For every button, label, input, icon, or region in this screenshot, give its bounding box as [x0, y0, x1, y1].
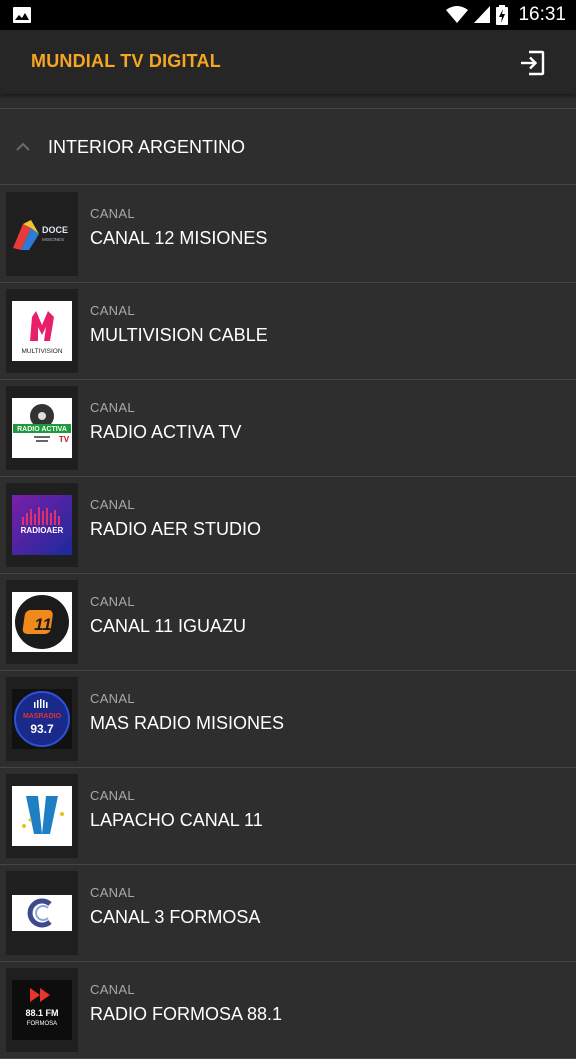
channel-type: CANAL [90, 303, 135, 318]
channel-name: CANAL 3 FORMOSA [90, 907, 261, 927]
logo-text-formosa: FORMOSA [27, 1021, 57, 1027]
channel-name: LAPACHO CANAL 11 [90, 810, 263, 830]
logo-text-doce-sub: MISIONES [42, 237, 64, 242]
channel-list: DOCE MISIONES CANAL CANAL 12 MISIONES MU… [0, 186, 576, 1059]
channel-type: CANAL [90, 788, 135, 803]
channel-type: CANAL [90, 982, 135, 997]
logo-text-radio-activa: RADIO ACTIVA [17, 426, 67, 433]
list-item[interactable]: 11 CANAL CANAL 11 IGUAZU [0, 574, 576, 671]
channel-thumbnail: RADIOAER [6, 483, 78, 567]
channel-type: CANAL [90, 497, 135, 512]
status-bar: 16:31 [0, 0, 576, 30]
channel-type: CANAL [90, 691, 135, 706]
channel-name: RADIO FORMOSA 88.1 [90, 1004, 283, 1024]
radio-formosa-logo: 88.1 FM FORMOSA [12, 980, 72, 1040]
logout-icon[interactable] [518, 49, 546, 77]
battery-charging-icon [496, 5, 509, 25]
list-item[interactable]: CANAL LAPACHO CANAL 11 [0, 768, 576, 865]
lapacho-logo [22, 796, 64, 834]
logo-text-88-1: 88.1 FM [25, 1008, 58, 1018]
mas-radio-logo: MASRADIO 93.7 [12, 689, 72, 749]
list-item[interactable]: RADIO ACTIVA TV CANAL RADIO ACTIVA TV [0, 380, 576, 477]
doce-misiones-logo: DOCE MISIONES [13, 220, 68, 250]
app-bar: MUNDIAL TV DIGITAL [0, 30, 576, 94]
list-item[interactable]: MASRADIO 93.7 CANAL MAS RADIO MISIONES [0, 671, 576, 768]
channel-name: MULTIVISION CABLE [90, 325, 268, 345]
radioaer-logo: RADIOAER [12, 495, 72, 555]
channel-type: CANAL [90, 206, 135, 221]
logo-text-multivision: MULTIVISION [21, 348, 62, 355]
section-header-interior-argentino[interactable]: INTERIOR ARGENTINO [0, 109, 576, 185]
channel-thumbnail [6, 774, 78, 858]
list-item[interactable]: 88.1 FM FORMOSA CANAL RADIO FORMOSA 88.1 [0, 962, 576, 1059]
channel-type: CANAL [90, 885, 135, 900]
channel-name: MAS RADIO MISIONES [90, 713, 285, 733]
radio-activa-logo: RADIO ACTIVA TV [13, 404, 71, 444]
list-item[interactable]: MULTIVISION CANAL MULTIVISION CABLE [0, 283, 576, 380]
channel-thumbnail: 11 [6, 580, 78, 664]
channel-name: RADIO AER STUDIO [90, 519, 262, 539]
channel-type: CANAL [90, 400, 135, 415]
channel-name: CANAL 11 IGUAZU [90, 616, 247, 636]
clock: 16:31 [518, 4, 566, 25]
section-label: INTERIOR ARGENTINO [48, 137, 246, 157]
logo-text-doce: DOCE [42, 225, 68, 235]
list-item[interactable]: DOCE MISIONES CANAL CANAL 12 MISIONES [0, 186, 576, 283]
channel-thumbnail: RADIO ACTIVA TV [6, 386, 78, 470]
channel-name: CANAL 12 MISIONES [90, 228, 268, 248]
canal-3-logo [12, 895, 72, 931]
signal-icon [474, 6, 491, 23]
logo-text-tv: TV [59, 435, 70, 444]
chevron-up-icon [16, 142, 30, 151]
list-item[interactable]: CANAL CANAL 3 FORMOSA [0, 865, 576, 962]
gallery-icon [13, 7, 31, 23]
channel-thumbnail [6, 871, 78, 955]
channel-thumbnail: 88.1 FM FORMOSA [6, 968, 78, 1052]
wifi-icon [446, 6, 469, 23]
channel-name: RADIO ACTIVA TV [90, 422, 242, 442]
multivision-logo: MULTIVISION [21, 311, 63, 355]
channel-type: CANAL [90, 594, 135, 609]
logo-text-radioaer: RADIOAER [21, 526, 64, 535]
logo-text-93-7: 93.7 [30, 722, 54, 736]
canal-11-logo: 11 [15, 595, 69, 649]
logo-text-masradio: MASRADIO [23, 713, 62, 720]
channel-thumbnail: MULTIVISION [6, 289, 78, 373]
logo-text-11: 11 [34, 615, 52, 634]
channel-thumbnail: DOCE MISIONES [6, 192, 78, 276]
app-title: MUNDIAL TV DIGITAL [31, 51, 221, 71]
list-item[interactable]: RADIOAER CANAL RADIO AER STUDIO [0, 477, 576, 574]
channel-thumbnail: MASRADIO 93.7 [6, 677, 78, 761]
